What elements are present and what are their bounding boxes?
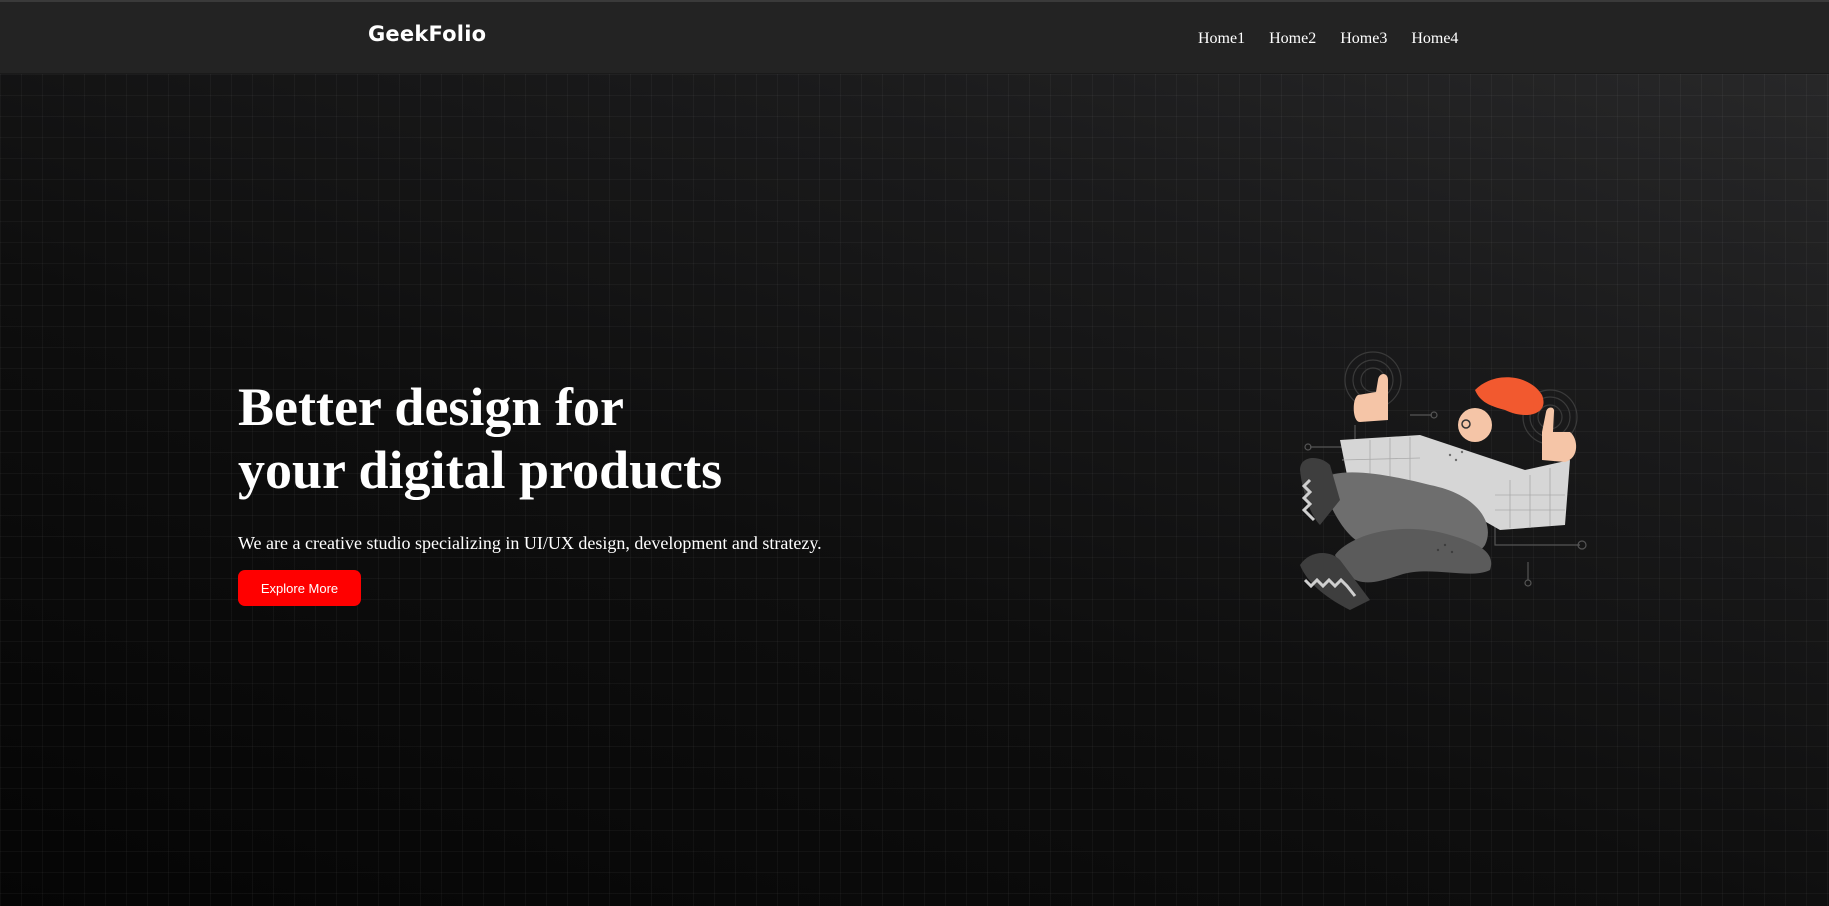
- main-nav: Home1 Home2 Home3 Home4: [1198, 30, 1458, 48]
- person-touch-illustration: [1280, 340, 1610, 640]
- nav-home3[interactable]: Home3: [1340, 30, 1387, 48]
- nav-home4[interactable]: Home4: [1411, 30, 1458, 48]
- explore-more-button[interactable]: Explore More: [238, 570, 361, 606]
- site-header: GeekFolio Home1 Home2 Home3 Home4: [0, 0, 1829, 74]
- nav-home1[interactable]: Home1: [1198, 30, 1245, 48]
- hero-subtitle: We are a creative studio specializing in…: [238, 533, 822, 553]
- logo[interactable]: GeekFolio: [368, 22, 486, 46]
- nav-home2[interactable]: Home2: [1269, 30, 1316, 48]
- hero-title-line2: your digital products: [238, 440, 723, 500]
- page: GeekFolio Home1 Home2 Home3 Home4 Better…: [0, 0, 1829, 906]
- hero-title: Better design for your digital products: [238, 376, 938, 502]
- hero-title-line1: Better design for: [238, 377, 624, 437]
